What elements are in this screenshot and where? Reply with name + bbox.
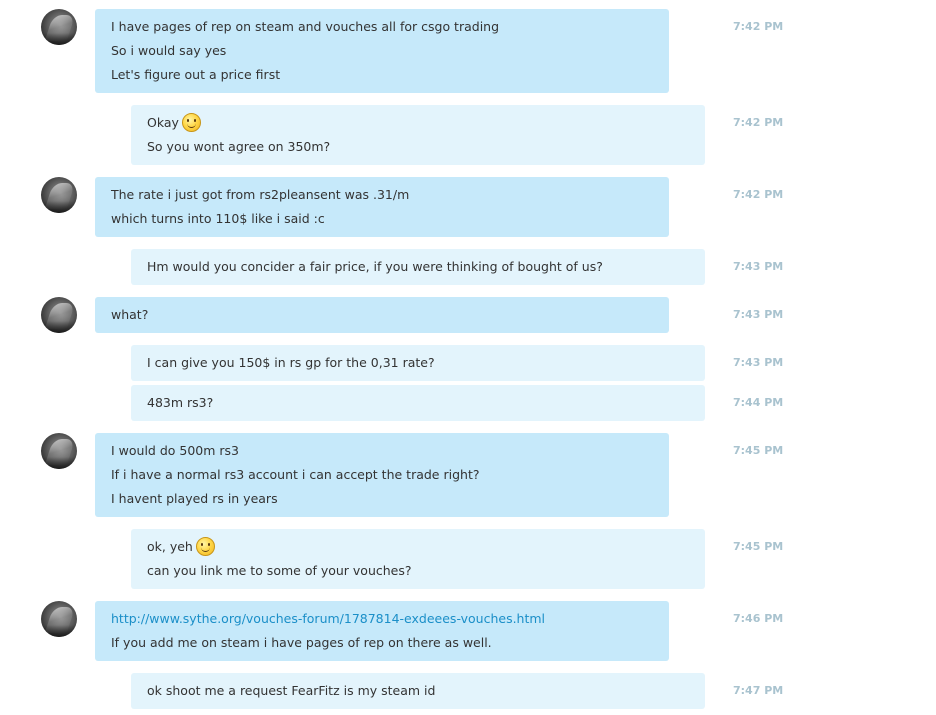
message-timestamp: 7:43 PM xyxy=(733,260,784,273)
message-line: I would do 500m rs3 xyxy=(111,443,240,458)
vouches-link[interactable]: http://www.sythe.org/vouches-forum/17878… xyxy=(111,611,545,626)
message-timestamp: 7:46 PM xyxy=(733,612,784,625)
smile-emoticon-icon xyxy=(181,113,201,132)
message-line: I have pages of rep on steam and vouches… xyxy=(111,19,500,34)
message-line: Okay xyxy=(147,111,689,135)
message-line: which turns into 110$ like i said :c xyxy=(111,211,325,226)
contact-avatar[interactable] xyxy=(41,433,77,469)
message-line: ok shoot me a request FearFitz is my ste… xyxy=(147,683,436,698)
message-line: I can give you 150$ in rs gp for the 0,3… xyxy=(147,355,435,370)
contact-avatar[interactable] xyxy=(41,601,77,637)
message-line: Let's figure out a price first xyxy=(111,67,281,82)
chat-history: I have pages of rep on steam and vouches… xyxy=(0,0,936,715)
message-bubble-incoming: I would do 500m rs3 If i have a normal r… xyxy=(95,433,669,517)
message-bubble-outgoing: ok, yeh can you link me to some of your … xyxy=(131,529,705,589)
message-line: ok, yeh xyxy=(147,535,689,559)
message-timestamp: 7:43 PM xyxy=(733,356,784,369)
message-line: I havent played rs in years xyxy=(111,491,278,506)
message-bubble-outgoing: ok shoot me a request FearFitz is my ste… xyxy=(131,673,705,709)
message-line: 483m rs3? xyxy=(147,395,214,410)
contact-avatar[interactable] xyxy=(41,297,77,333)
message-line: can you link me to some of your vouches? xyxy=(147,563,412,578)
message-bubble-outgoing: I can give you 150$ in rs gp for the 0,3… xyxy=(131,345,705,381)
message-bubble-incoming: what? xyxy=(95,297,669,333)
message-bubble-outgoing: Okay So you wont agree on 350m? xyxy=(131,105,705,165)
message-bubble-incoming: The rate i just got from rs2pleansent wa… xyxy=(95,177,669,237)
message-timestamp: 7:43 PM xyxy=(733,308,784,321)
message-line: If you add me on steam i have pages of r… xyxy=(111,635,492,650)
message-line: http://www.sythe.org/vouches-forum/17878… xyxy=(111,607,653,631)
message-text: ok, yeh xyxy=(147,539,193,554)
message-timestamp: 7:42 PM xyxy=(733,20,784,33)
message-timestamp: 7:44 PM xyxy=(733,396,784,409)
message-line: The rate i just got from rs2pleansent wa… xyxy=(111,187,410,202)
contact-avatar[interactable] xyxy=(41,177,77,213)
message-bubble-incoming: I have pages of rep on steam and vouches… xyxy=(95,9,669,93)
contact-avatar[interactable] xyxy=(41,9,77,45)
message-timestamp: 7:42 PM xyxy=(733,116,784,129)
smile-emoticon-icon xyxy=(195,537,215,556)
message-timestamp: 7:45 PM xyxy=(733,444,784,457)
message-bubble-incoming: http://www.sythe.org/vouches-forum/17878… xyxy=(95,601,669,661)
message-bubble-outgoing: Hm would you concider a fair price, if y… xyxy=(131,249,705,285)
message-bubble-outgoing: 483m rs3? xyxy=(131,385,705,421)
message-timestamp: 7:42 PM xyxy=(733,188,784,201)
message-line: what? xyxy=(111,307,149,322)
message-line: Hm would you concider a fair price, if y… xyxy=(147,259,603,274)
message-line: If i have a normal rs3 account i can acc… xyxy=(111,467,480,482)
message-line: So i would say yes xyxy=(111,43,227,58)
message-timestamp: 7:47 PM xyxy=(733,684,784,697)
message-text: Okay xyxy=(147,115,179,130)
message-line: So you wont agree on 350m? xyxy=(147,139,331,154)
message-timestamp: 7:45 PM xyxy=(733,540,784,553)
